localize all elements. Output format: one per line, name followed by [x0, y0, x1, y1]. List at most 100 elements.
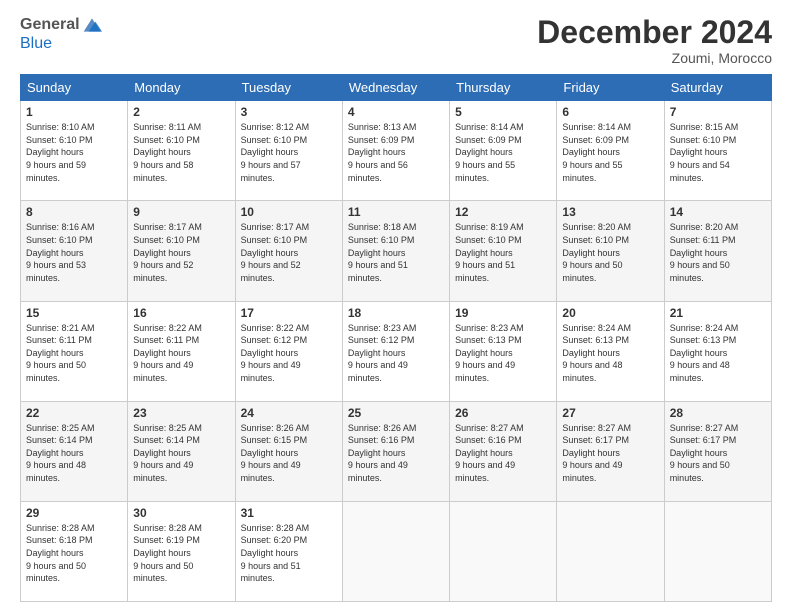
- title-block: December 2024 Zoumi, Morocco: [537, 15, 772, 66]
- day-info: Sunrise: 8:18 AMSunset: 6:10 PMDaylight …: [348, 221, 444, 284]
- calendar-day-cell: 21 Sunrise: 8:24 AMSunset: 6:13 PMDaylig…: [664, 301, 771, 401]
- day-info: Sunrise: 8:20 AMSunset: 6:10 PMDaylight …: [562, 221, 658, 284]
- logo: General Blue: [20, 15, 102, 53]
- day-number: 31: [241, 506, 337, 520]
- day-number: 25: [348, 406, 444, 420]
- day-info: Sunrise: 8:13 AMSunset: 6:09 PMDaylight …: [348, 121, 444, 184]
- calendar-day-cell: 7 Sunrise: 8:15 AMSunset: 6:10 PMDayligh…: [664, 101, 771, 201]
- day-number: 18: [348, 306, 444, 320]
- calendar-day-cell: 3 Sunrise: 8:12 AMSunset: 6:10 PMDayligh…: [235, 101, 342, 201]
- day-info: Sunrise: 8:24 AMSunset: 6:13 PMDaylight …: [670, 322, 766, 385]
- calendar-day-cell: 8 Sunrise: 8:16 AMSunset: 6:10 PMDayligh…: [21, 201, 128, 301]
- day-info: Sunrise: 8:23 AMSunset: 6:12 PMDaylight …: [348, 322, 444, 385]
- header: General Blue December 2024 Zoumi, Morocc…: [20, 15, 772, 66]
- day-number: 29: [26, 506, 122, 520]
- logo-general-text: General: [20, 16, 80, 34]
- day-number: 15: [26, 306, 122, 320]
- day-number: 21: [670, 306, 766, 320]
- day-number: 5: [455, 105, 551, 119]
- day-info: Sunrise: 8:27 AMSunset: 6:16 PMDaylight …: [455, 422, 551, 485]
- calendar-day-cell: 14 Sunrise: 8:20 AMSunset: 6:11 PMDaylig…: [664, 201, 771, 301]
- day-number: 11: [348, 205, 444, 219]
- day-info: Sunrise: 8:21 AMSunset: 6:11 PMDaylight …: [26, 322, 122, 385]
- day-number: 3: [241, 105, 337, 119]
- day-info: Sunrise: 8:26 AMSunset: 6:16 PMDaylight …: [348, 422, 444, 485]
- weekday-header: Tuesday: [235, 75, 342, 101]
- calendar-day-cell: 2 Sunrise: 8:11 AMSunset: 6:10 PMDayligh…: [128, 101, 235, 201]
- day-number: 6: [562, 105, 658, 119]
- day-number: 14: [670, 205, 766, 219]
- day-number: 20: [562, 306, 658, 320]
- calendar-day-cell: 22 Sunrise: 8:25 AMSunset: 6:14 PMDaylig…: [21, 401, 128, 501]
- day-number: 23: [133, 406, 229, 420]
- day-number: 12: [455, 205, 551, 219]
- day-number: 2: [133, 105, 229, 119]
- calendar-day-cell: 6 Sunrise: 8:14 AMSunset: 6:09 PMDayligh…: [557, 101, 664, 201]
- day-info: Sunrise: 8:10 AMSunset: 6:10 PMDaylight …: [26, 121, 122, 184]
- day-info: Sunrise: 8:16 AMSunset: 6:10 PMDaylight …: [26, 221, 122, 284]
- day-info: Sunrise: 8:17 AMSunset: 6:10 PMDaylight …: [241, 221, 337, 284]
- day-number: 17: [241, 306, 337, 320]
- day-info: Sunrise: 8:15 AMSunset: 6:10 PMDaylight …: [670, 121, 766, 184]
- day-info: Sunrise: 8:17 AMSunset: 6:10 PMDaylight …: [133, 221, 229, 284]
- day-number: 30: [133, 506, 229, 520]
- day-number: 27: [562, 406, 658, 420]
- calendar-table: SundayMondayTuesdayWednesdayThursdayFrid…: [20, 74, 772, 602]
- calendar-day-cell: 29 Sunrise: 8:28 AMSunset: 6:18 PMDaylig…: [21, 501, 128, 601]
- calendar-day-cell: 9 Sunrise: 8:17 AMSunset: 6:10 PMDayligh…: [128, 201, 235, 301]
- day-number: 19: [455, 306, 551, 320]
- day-info: Sunrise: 8:25 AMSunset: 6:14 PMDaylight …: [133, 422, 229, 485]
- day-number: 7: [670, 105, 766, 119]
- calendar-day-cell: 15 Sunrise: 8:21 AMSunset: 6:11 PMDaylig…: [21, 301, 128, 401]
- day-info: Sunrise: 8:14 AMSunset: 6:09 PMDaylight …: [562, 121, 658, 184]
- calendar-week-row: 15 Sunrise: 8:21 AMSunset: 6:11 PMDaylig…: [21, 301, 772, 401]
- weekday-header: Sunday: [21, 75, 128, 101]
- calendar-day-cell: 13 Sunrise: 8:20 AMSunset: 6:10 PMDaylig…: [557, 201, 664, 301]
- day-info: Sunrise: 8:28 AMSunset: 6:18 PMDaylight …: [26, 522, 122, 585]
- day-number: 24: [241, 406, 337, 420]
- calendar-day-cell: 17 Sunrise: 8:22 AMSunset: 6:12 PMDaylig…: [235, 301, 342, 401]
- logo-blue-text: Blue: [20, 35, 52, 53]
- weekday-header: Friday: [557, 75, 664, 101]
- calendar-week-row: 8 Sunrise: 8:16 AMSunset: 6:10 PMDayligh…: [21, 201, 772, 301]
- calendar-day-cell: 20 Sunrise: 8:24 AMSunset: 6:13 PMDaylig…: [557, 301, 664, 401]
- location: Zoumi, Morocco: [537, 50, 772, 66]
- day-info: Sunrise: 8:22 AMSunset: 6:12 PMDaylight …: [241, 322, 337, 385]
- calendar-week-row: 1 Sunrise: 8:10 AMSunset: 6:10 PMDayligh…: [21, 101, 772, 201]
- weekday-header: Monday: [128, 75, 235, 101]
- calendar-day-cell: 30 Sunrise: 8:28 AMSunset: 6:19 PMDaylig…: [128, 501, 235, 601]
- weekday-header: Thursday: [450, 75, 557, 101]
- calendar-day-cell: 12 Sunrise: 8:19 AMSunset: 6:10 PMDaylig…: [450, 201, 557, 301]
- calendar-day-cell: 25 Sunrise: 8:26 AMSunset: 6:16 PMDaylig…: [342, 401, 449, 501]
- day-info: Sunrise: 8:24 AMSunset: 6:13 PMDaylight …: [562, 322, 658, 385]
- calendar-day-cell: 1 Sunrise: 8:10 AMSunset: 6:10 PMDayligh…: [21, 101, 128, 201]
- day-number: 8: [26, 205, 122, 219]
- day-info: Sunrise: 8:28 AMSunset: 6:20 PMDaylight …: [241, 522, 337, 585]
- day-info: Sunrise: 8:19 AMSunset: 6:10 PMDaylight …: [455, 221, 551, 284]
- day-number: 10: [241, 205, 337, 219]
- day-info: Sunrise: 8:27 AMSunset: 6:17 PMDaylight …: [562, 422, 658, 485]
- calendar-week-row: 29 Sunrise: 8:28 AMSunset: 6:18 PMDaylig…: [21, 501, 772, 601]
- day-number: 9: [133, 205, 229, 219]
- calendar-day-cell: [557, 501, 664, 601]
- day-info: Sunrise: 8:26 AMSunset: 6:15 PMDaylight …: [241, 422, 337, 485]
- month-title: December 2024: [537, 15, 772, 50]
- calendar-day-cell: [664, 501, 771, 601]
- day-info: Sunrise: 8:12 AMSunset: 6:10 PMDaylight …: [241, 121, 337, 184]
- calendar-day-cell: 18 Sunrise: 8:23 AMSunset: 6:12 PMDaylig…: [342, 301, 449, 401]
- day-info: Sunrise: 8:28 AMSunset: 6:19 PMDaylight …: [133, 522, 229, 585]
- day-number: 26: [455, 406, 551, 420]
- calendar-day-cell: 11 Sunrise: 8:18 AMSunset: 6:10 PMDaylig…: [342, 201, 449, 301]
- calendar-day-cell: 16 Sunrise: 8:22 AMSunset: 6:11 PMDaylig…: [128, 301, 235, 401]
- day-info: Sunrise: 8:27 AMSunset: 6:17 PMDaylight …: [670, 422, 766, 485]
- calendar-day-cell: 10 Sunrise: 8:17 AMSunset: 6:10 PMDaylig…: [235, 201, 342, 301]
- day-info: Sunrise: 8:25 AMSunset: 6:14 PMDaylight …: [26, 422, 122, 485]
- calendar-day-cell: [450, 501, 557, 601]
- logo-icon: [82, 15, 102, 35]
- calendar-day-cell: 28 Sunrise: 8:27 AMSunset: 6:17 PMDaylig…: [664, 401, 771, 501]
- calendar-day-cell: 24 Sunrise: 8:26 AMSunset: 6:15 PMDaylig…: [235, 401, 342, 501]
- calendar-week-row: 22 Sunrise: 8:25 AMSunset: 6:14 PMDaylig…: [21, 401, 772, 501]
- calendar-day-cell: 23 Sunrise: 8:25 AMSunset: 6:14 PMDaylig…: [128, 401, 235, 501]
- weekday-header: Wednesday: [342, 75, 449, 101]
- day-info: Sunrise: 8:23 AMSunset: 6:13 PMDaylight …: [455, 322, 551, 385]
